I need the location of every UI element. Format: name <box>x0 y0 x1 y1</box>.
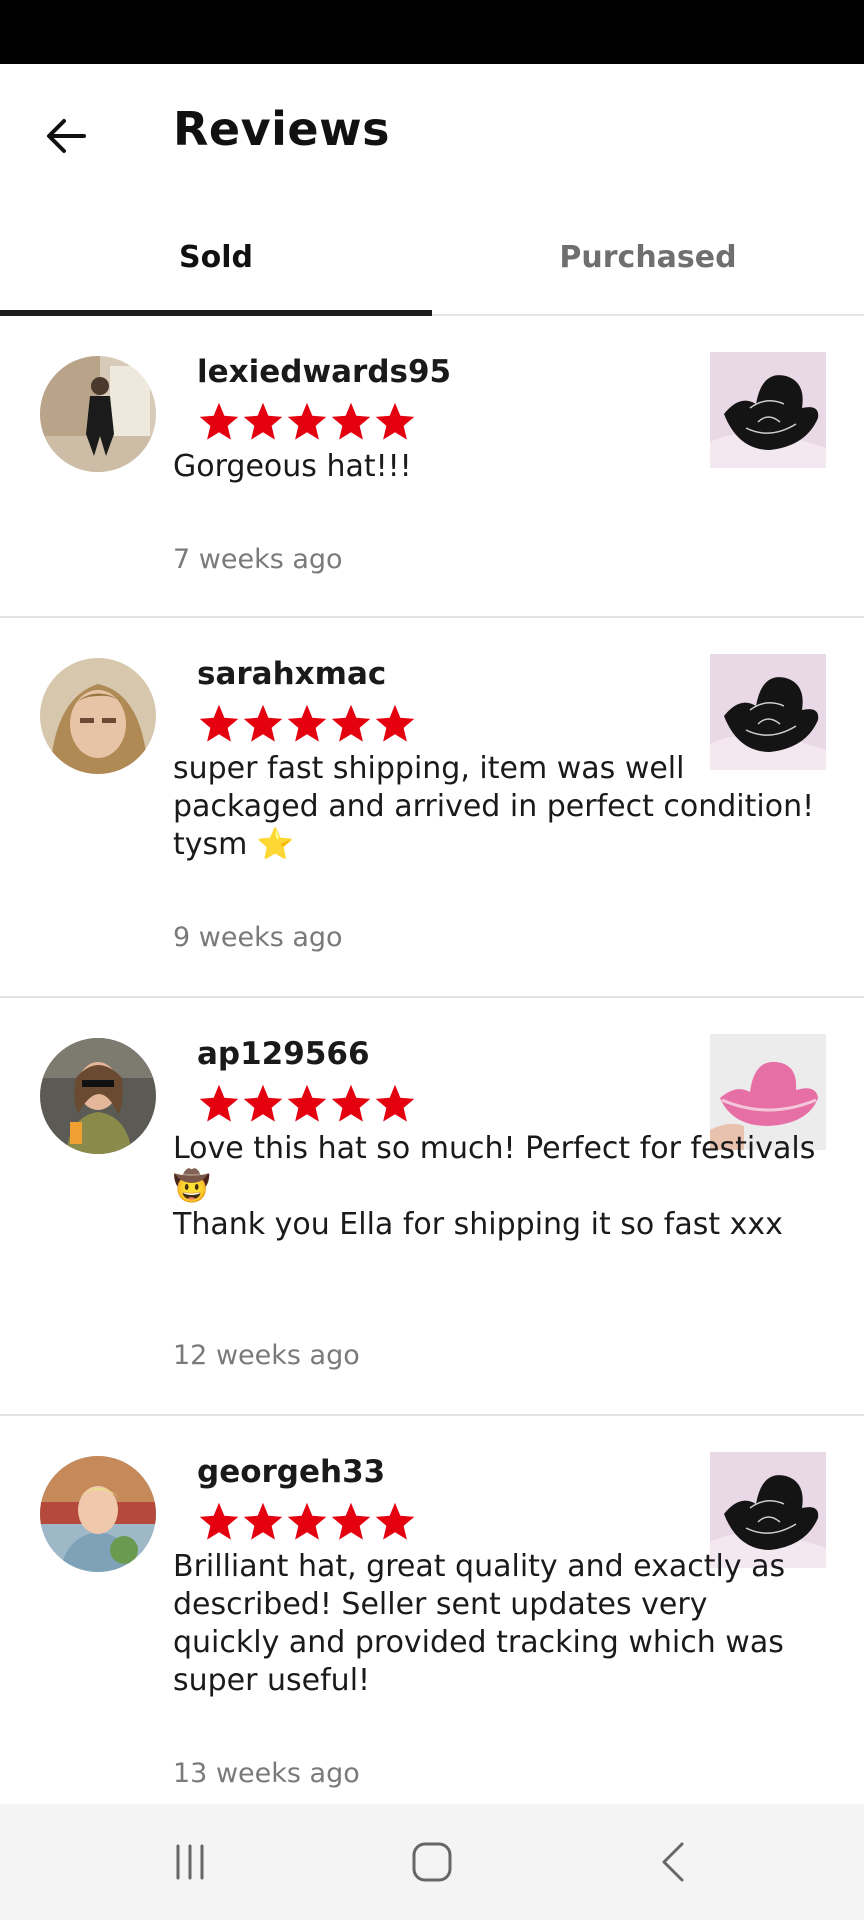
review-item: ap129566 Love this hat so much! Perfect … <box>0 998 864 1416</box>
star-icon <box>331 1502 371 1540</box>
reviewer-username[interactable]: lexiedwards95 <box>197 354 451 390</box>
recents-button[interactable] <box>150 1830 230 1894</box>
review-time: 13 weeks ago <box>173 1758 360 1789</box>
review-comment: super fast shipping, item was well packa… <box>173 751 815 862</box>
star-icon <box>287 1084 327 1122</box>
back-button[interactable] <box>36 106 96 166</box>
review-item: sarahxmac super fast shipping, item was … <box>0 618 864 998</box>
star-rating <box>197 1500 417 1550</box>
review-item: georgeh33 Brilliant hat, great quality a… <box>0 1416 864 1804</box>
star-icon <box>199 1502 239 1540</box>
system-nav-bar <box>0 1804 864 1920</box>
review-time: 9 weeks ago <box>173 922 343 953</box>
star-icon <box>199 402 239 440</box>
arrow-left-icon <box>47 119 86 153</box>
home-button[interactable] <box>392 1830 472 1894</box>
star-icon <box>199 704 239 742</box>
star-icon <box>287 704 327 742</box>
star-rating <box>197 702 417 752</box>
star-icon <box>243 402 283 440</box>
star-icon <box>375 704 415 742</box>
star-icon <box>375 1084 415 1122</box>
star-icon <box>331 704 371 742</box>
reviewer-username[interactable]: sarahxmac <box>197 656 386 692</box>
review-comment: Brilliant hat, great quality and exactly… <box>173 1549 786 1698</box>
star-icon <box>243 1502 283 1540</box>
star-icon <box>287 402 327 440</box>
review-time: 12 weeks ago <box>173 1340 360 1371</box>
home-icon <box>412 1842 452 1882</box>
star-icon <box>375 402 415 440</box>
avatar[interactable] <box>40 1038 156 1154</box>
tab-bar: Sold Purchased <box>0 204 864 316</box>
page-title: Reviews <box>173 102 390 156</box>
review-comment: Gorgeous hat!!! <box>173 449 412 484</box>
review-item: lexiedwards95 Gorgeous hat!!! 7 weeks ag… <box>0 316 864 618</box>
star-rating <box>197 400 417 450</box>
star-icon <box>375 1502 415 1540</box>
star-icon <box>243 704 283 742</box>
avatar[interactable] <box>40 658 156 774</box>
avatar[interactable] <box>40 356 156 472</box>
star-rating <box>197 1082 417 1132</box>
status-bar <box>0 0 864 64</box>
star-icon <box>287 1502 327 1540</box>
reviewer-username[interactable]: ap129566 <box>197 1036 370 1072</box>
tab-purchased[interactable]: Purchased <box>432 204 864 310</box>
star-icon <box>243 1084 283 1122</box>
recents-icon <box>176 1844 204 1880</box>
header: Reviews <box>0 64 864 204</box>
review-comment: Love this hat so much! Perfect for festi… <box>173 1131 816 1242</box>
star-icon <box>331 1084 371 1122</box>
chevron-left-icon <box>662 1842 684 1882</box>
star-icon <box>331 402 371 440</box>
review-time: 7 weeks ago <box>173 544 343 575</box>
avatar[interactable] <box>40 1456 156 1572</box>
system-back-button[interactable] <box>634 1830 714 1894</box>
tab-sold[interactable]: Sold <box>0 204 432 310</box>
star-icon <box>199 1084 239 1122</box>
reviewer-username[interactable]: georgeh33 <box>197 1454 385 1490</box>
